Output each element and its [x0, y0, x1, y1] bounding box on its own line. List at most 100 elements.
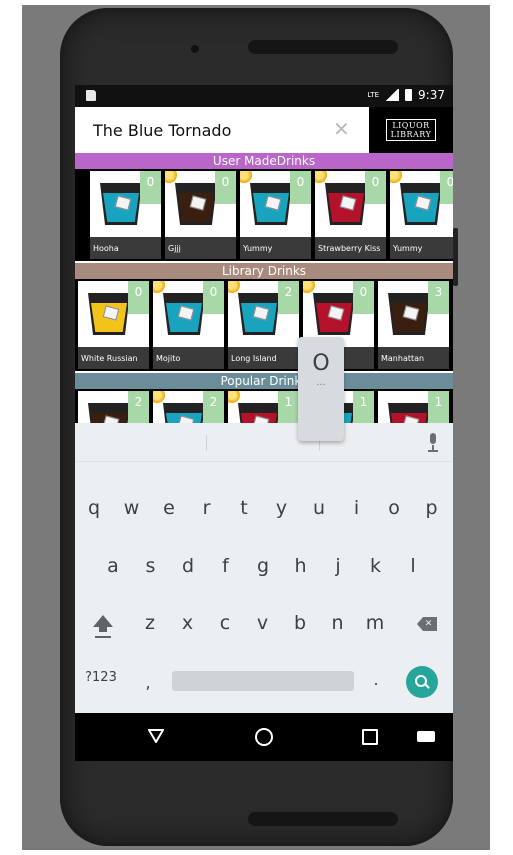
symbols-key[interactable]: ?123 [81, 670, 121, 685]
drink-card[interactable]: 0 Gjjj [165, 171, 236, 259]
rating-count-badge: 0 [353, 281, 374, 314]
key-u[interactable]: u [304, 497, 334, 519]
rating-count-badge: 1 [428, 391, 449, 424]
battery-icon [405, 89, 413, 101]
glass-icon [88, 293, 130, 335]
lemon-slice-icon [303, 281, 315, 293]
key-m[interactable]: m [360, 612, 390, 634]
drink-card[interactable]: 0 White Russian [78, 281, 149, 369]
rating-count-badge: 0 [440, 171, 453, 204]
rating-count-badge: 3 [428, 281, 449, 314]
drink-name: Long Island [228, 347, 299, 369]
drink-glass-image: 0 [165, 171, 236, 235]
side-button[interactable] [453, 228, 458, 286]
rating-count-badge: 0 [203, 281, 224, 314]
glass-icon [250, 183, 292, 225]
key-d[interactable]: d [173, 555, 203, 577]
drink-glass-image: 0 [153, 281, 224, 345]
key-h[interactable]: h [286, 555, 316, 577]
key-y[interactable]: y [267, 497, 297, 519]
lemon-slice-icon [165, 171, 177, 183]
liquor-library-logo: LIQUOR LIBRARY [369, 107, 453, 153]
search-action-button[interactable] [406, 666, 438, 698]
shift-icon[interactable] [93, 615, 113, 638]
key-s[interactable]: s [136, 555, 166, 577]
key-r[interactable]: r [192, 497, 222, 519]
key-q[interactable]: q [79, 497, 109, 519]
key-c[interactable]: c [210, 612, 240, 634]
drink-row: 0 Hooha 0 Gjjj 0 Yummy 0 Strawberry Kiss 0 Yummy [75, 169, 453, 261]
drink-card[interactable]: 0 Hooha [90, 171, 161, 259]
key-z[interactable]: z [135, 612, 165, 634]
key-g[interactable]: g [248, 555, 278, 577]
lemon-slice-icon [240, 171, 252, 183]
rating-count-badge: 0 [290, 171, 311, 204]
soft-keyboard: q w e r t y u i o p a s d f g h j k l z x c v b n m ✕ ?123,. [75, 423, 453, 713]
key-o[interactable]: o [379, 497, 409, 519]
logo-line2: LIBRARY [390, 130, 432, 139]
key-preview-dots: ... [316, 377, 326, 388]
key-j[interactable]: j [323, 555, 353, 577]
logo-line1: LIQUOR [392, 121, 430, 130]
drink-glass-image: 3 [378, 281, 449, 345]
rating-count-badge: 0 [140, 171, 161, 204]
key-k[interactable]: k [361, 555, 391, 577]
drink-name: Strawberry Kiss [315, 237, 386, 259]
drink-name: Manhattan [378, 347, 449, 369]
period-key[interactable]: . [361, 670, 391, 689]
key-a[interactable]: a [98, 555, 128, 577]
rating-count-badge: 1 [278, 391, 299, 424]
signal-icon [385, 89, 400, 101]
nav-home-icon[interactable] [255, 728, 273, 746]
drink-glass-image: 2 [228, 281, 299, 345]
nav-recents-icon[interactable] [362, 729, 378, 745]
key-x[interactable]: x [173, 612, 203, 634]
glass-icon [325, 183, 367, 225]
status-bar: LTE 9:37 [75, 85, 453, 107]
lemon-slice-icon [228, 281, 240, 293]
clear-search-icon[interactable]: ✕ [333, 117, 350, 141]
rating-count-badge: 0 [215, 171, 236, 204]
drink-glass-image: 0 [90, 171, 161, 235]
drink-glass-image: 0 [315, 171, 386, 235]
drink-card[interactable]: 0 Yummy [240, 171, 311, 259]
key-e[interactable]: e [154, 497, 184, 519]
search-input[interactable]: The Blue Tornado [93, 121, 231, 140]
comma-key[interactable]: , [133, 673, 163, 692]
nav-back-icon[interactable] [148, 729, 164, 743]
phone-screen: LTE 9:37 The Blue Tornado ✕ LIQUOR LIBRA… [75, 85, 453, 761]
top-speaker [248, 40, 398, 54]
mic-icon[interactable] [427, 433, 439, 453]
keyboard-switch-icon[interactable] [417, 731, 435, 742]
network-label: LTE [367, 91, 380, 99]
glass-icon [238, 293, 280, 335]
key-f[interactable]: f [211, 555, 241, 577]
drink-card[interactable]: 2 Long Island [228, 281, 299, 369]
drink-card[interactable]: 0 Mojito [153, 281, 224, 369]
rating-count-badge: 2 [203, 391, 224, 424]
lemon-slice-icon [390, 171, 402, 183]
lemon-slice-icon [153, 391, 165, 403]
navigation-bar [75, 713, 453, 761]
key-v[interactable]: v [248, 612, 278, 634]
key-i[interactable]: i [342, 497, 372, 519]
search-icon [415, 675, 430, 689]
glass-icon [100, 183, 142, 225]
key-t[interactable]: t [229, 497, 259, 519]
drink-name: Yummy [240, 237, 311, 259]
drink-glass-image: 0 [240, 171, 311, 235]
key-w[interactable]: w [117, 497, 147, 519]
drink-card[interactable]: 0 Strawberry Kiss [315, 171, 386, 259]
key-n[interactable]: n [323, 612, 353, 634]
drink-glass-image: 0 [78, 281, 149, 345]
backspace-icon[interactable]: ✕ [417, 617, 437, 631]
lemon-slice-icon [315, 171, 327, 183]
key-b[interactable]: b [285, 612, 315, 634]
spacebar[interactable] [172, 671, 354, 691]
key-l[interactable]: l [398, 555, 428, 577]
drink-card[interactable]: 3 Manhattan [378, 281, 449, 369]
key-p[interactable]: p [417, 497, 447, 519]
drink-card[interactable]: 0 Yummy [390, 171, 453, 259]
sd-card-icon [86, 90, 96, 101]
rating-count-badge: 1 [353, 391, 374, 424]
